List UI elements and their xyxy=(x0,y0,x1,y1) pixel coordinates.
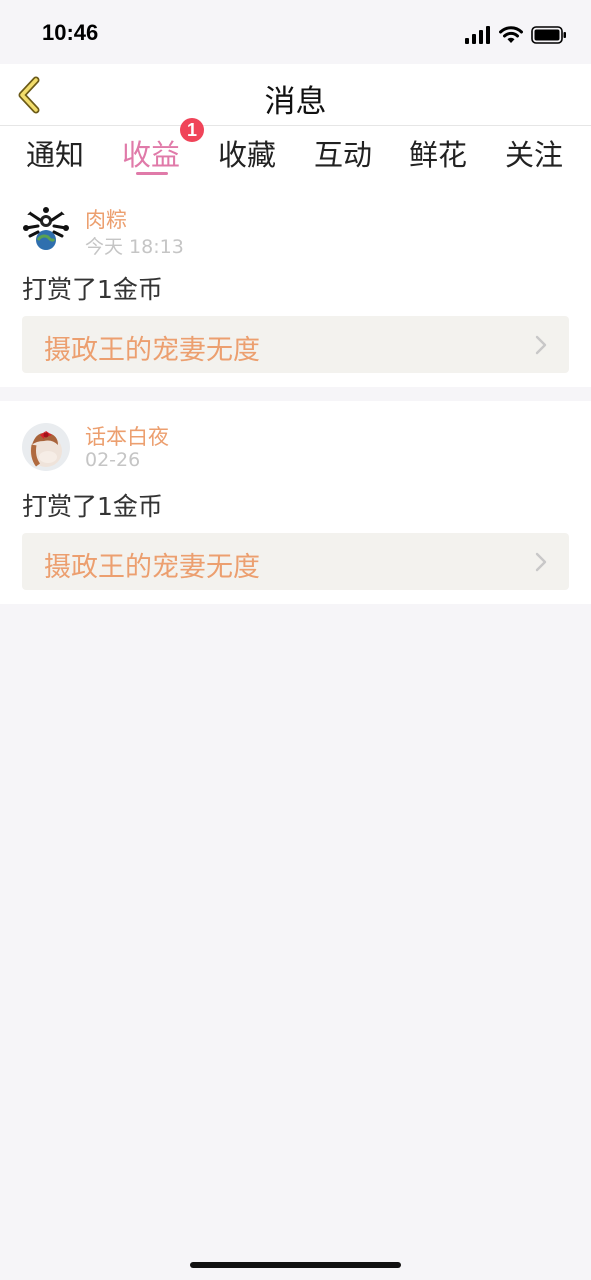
avatar[interactable] xyxy=(22,423,70,471)
tab-flowers[interactable]: 鲜花 xyxy=(403,132,473,174)
page-title: 消息 xyxy=(264,84,327,120)
home-indicator[interactable] xyxy=(190,1262,401,1268)
message-text: 打赏了1金币 xyxy=(22,492,163,521)
tab-follows[interactable]: 关注 xyxy=(499,132,569,174)
battery-icon xyxy=(531,26,566,44)
tab-earnings[interactable]: 收益 xyxy=(116,132,186,174)
message-card: 话本白夜 02-26 打赏了1金币 摄政王的宠妻无度 xyxy=(0,401,591,604)
book-title: 摄政王的宠妻无度 xyxy=(44,335,260,366)
tab-interactions[interactable]: 互动 xyxy=(308,132,378,174)
chevron-right-icon xyxy=(535,552,547,572)
tab-favorites[interactable]: 收藏 xyxy=(212,132,282,174)
status-icons xyxy=(465,24,567,46)
chevron-right-icon xyxy=(535,335,547,355)
tab-bar: 通知 收益 1 收藏 互动 鲜花 关注 xyxy=(0,118,591,184)
message-time: 02-26 xyxy=(85,449,141,471)
book-title: 摄政王的宠妻无度 xyxy=(44,552,260,583)
earnings-badge: 1 xyxy=(180,118,204,142)
message-time: 今天 18:13 xyxy=(85,236,184,258)
wifi-icon xyxy=(499,26,523,43)
avatar[interactable] xyxy=(22,206,70,254)
message-text: 打赏了1金币 xyxy=(22,275,163,304)
message-card: 肉粽 今天 18:13 打赏了1金币 摄政王的宠妻无度 xyxy=(0,184,591,387)
user-name[interactable]: 肉粽 xyxy=(85,204,127,234)
status-bar: 10:46 xyxy=(0,0,591,64)
user-name[interactable]: 话本白夜 xyxy=(85,421,169,451)
active-tab-indicator xyxy=(136,172,168,175)
tab-notifications[interactable]: 通知 xyxy=(20,132,90,174)
book-link[interactable]: 摄政王的宠妻无度 xyxy=(22,316,569,373)
nav-bar: 消息 xyxy=(0,64,591,126)
status-time: 10:46 xyxy=(42,20,99,45)
signal-icon xyxy=(465,26,490,44)
book-link[interactable]: 摄政王的宠妻无度 xyxy=(22,533,569,590)
